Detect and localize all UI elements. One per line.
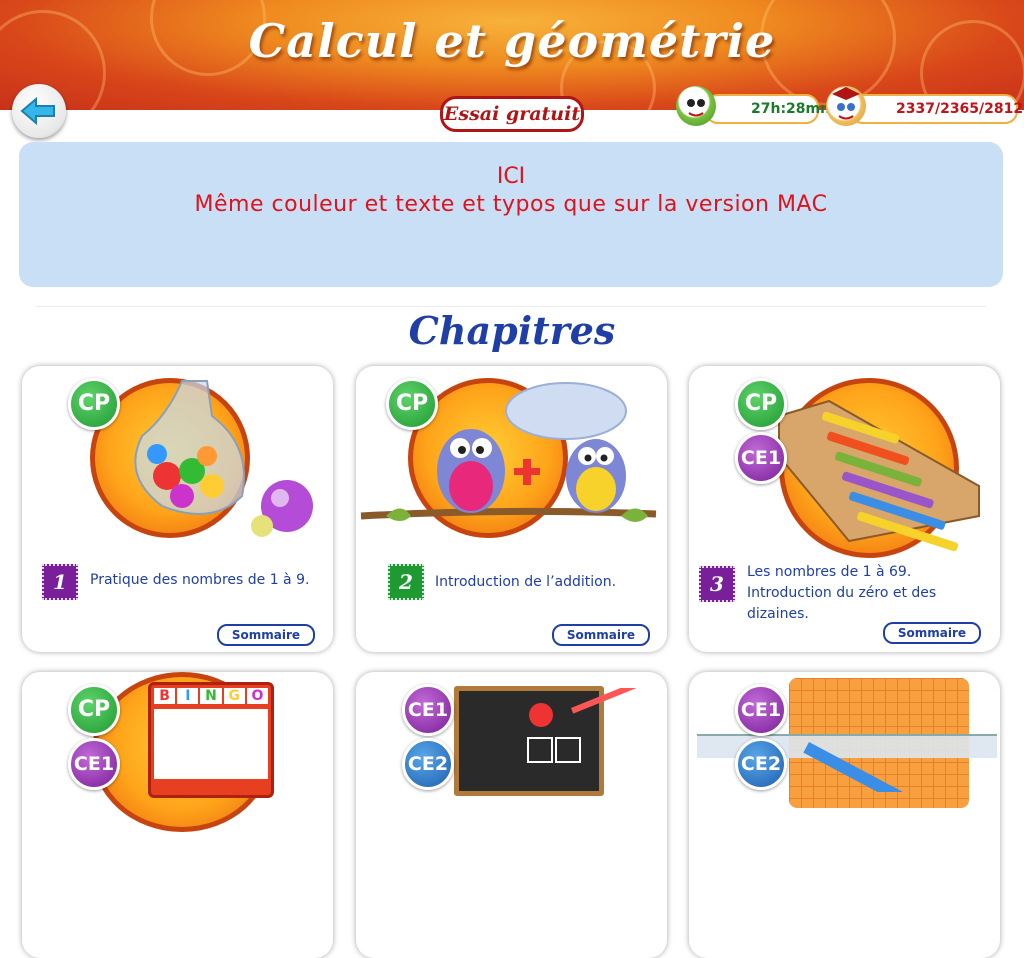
- sommaire-button[interactable]: Sommaire: [217, 624, 315, 646]
- chapter-number-badge: 2: [386, 562, 426, 602]
- sommaire-button[interactable]: Sommaire: [552, 624, 650, 646]
- chapter-card-5[interactable]: CE1 CE2: [356, 672, 667, 958]
- chapter-number-badge: 3: [697, 564, 737, 604]
- level-badge-cp: CP: [386, 378, 438, 430]
- level-badge-cp: CP: [68, 684, 120, 736]
- chapter-card-1[interactable]: CP 1 Pratique des nombres de 1 à 9. Somm…: [22, 366, 333, 652]
- score-counter: 2337/2365/2812: [850, 94, 1023, 124]
- level-badge-ce1: CE1: [402, 684, 454, 736]
- chapter-description: Les nombres de 1 à 69. Introduction du z…: [747, 564, 937, 622]
- section-title: Chapitres: [408, 308, 616, 353]
- level-badge-ce2: CE2: [735, 738, 787, 790]
- level-badge-ce1: CE1: [735, 432, 787, 484]
- chapter-card-2[interactable]: CP 2 Introduction de l’addition. Sommair…: [356, 366, 667, 652]
- sommaire-button[interactable]: Sommaire: [883, 622, 981, 644]
- marbles-illustration: [22, 366, 333, 551]
- level-badge-ce1: CE1: [735, 684, 787, 736]
- bingo-board: B I N G O: [148, 682, 274, 798]
- chapter-card-6[interactable]: CE1 CE2: [689, 672, 1000, 958]
- back-arrow-icon: [20, 96, 55, 126]
- clock-mascot-icon: [676, 86, 716, 126]
- level-badge-cp: CP: [735, 378, 787, 430]
- graduate-mascot-icon: [826, 86, 866, 126]
- chapter-description: Pratique des nombres de 1 à 9.: [90, 572, 310, 588]
- score-counter-value: 2337/2365/2812: [896, 101, 1024, 117]
- trial-badge[interactable]: Essai gratuit: [440, 96, 584, 132]
- app-title: Calcul et géométrie: [248, 14, 776, 68]
- chapter-card-4[interactable]: B I N G O CP CE1: [22, 672, 333, 958]
- level-badge-ce2: CE2: [402, 738, 454, 790]
- time-counter: 27h:28mn: [705, 94, 830, 124]
- chapter-card-3[interactable]: CP CE1 3 Les nombres de 1 à 69. Introduc…: [689, 366, 1000, 652]
- divider: [36, 306, 986, 307]
- chapter-number-badge: 1: [40, 562, 80, 602]
- info-panel: ICI Même couleur et texte et typos que s…: [19, 142, 1003, 287]
- level-badge-ce1: CE1: [68, 738, 120, 790]
- back-button[interactable]: [12, 84, 66, 138]
- level-badge-cp: CP: [68, 378, 120, 430]
- chapter-description: Introduction de l’addition.: [435, 574, 617, 590]
- info-line-2: Même couleur et texte et typos que sur l…: [194, 192, 828, 217]
- time-counter-value: 27h:28mn: [751, 101, 831, 117]
- info-line-1: ICI: [496, 164, 526, 189]
